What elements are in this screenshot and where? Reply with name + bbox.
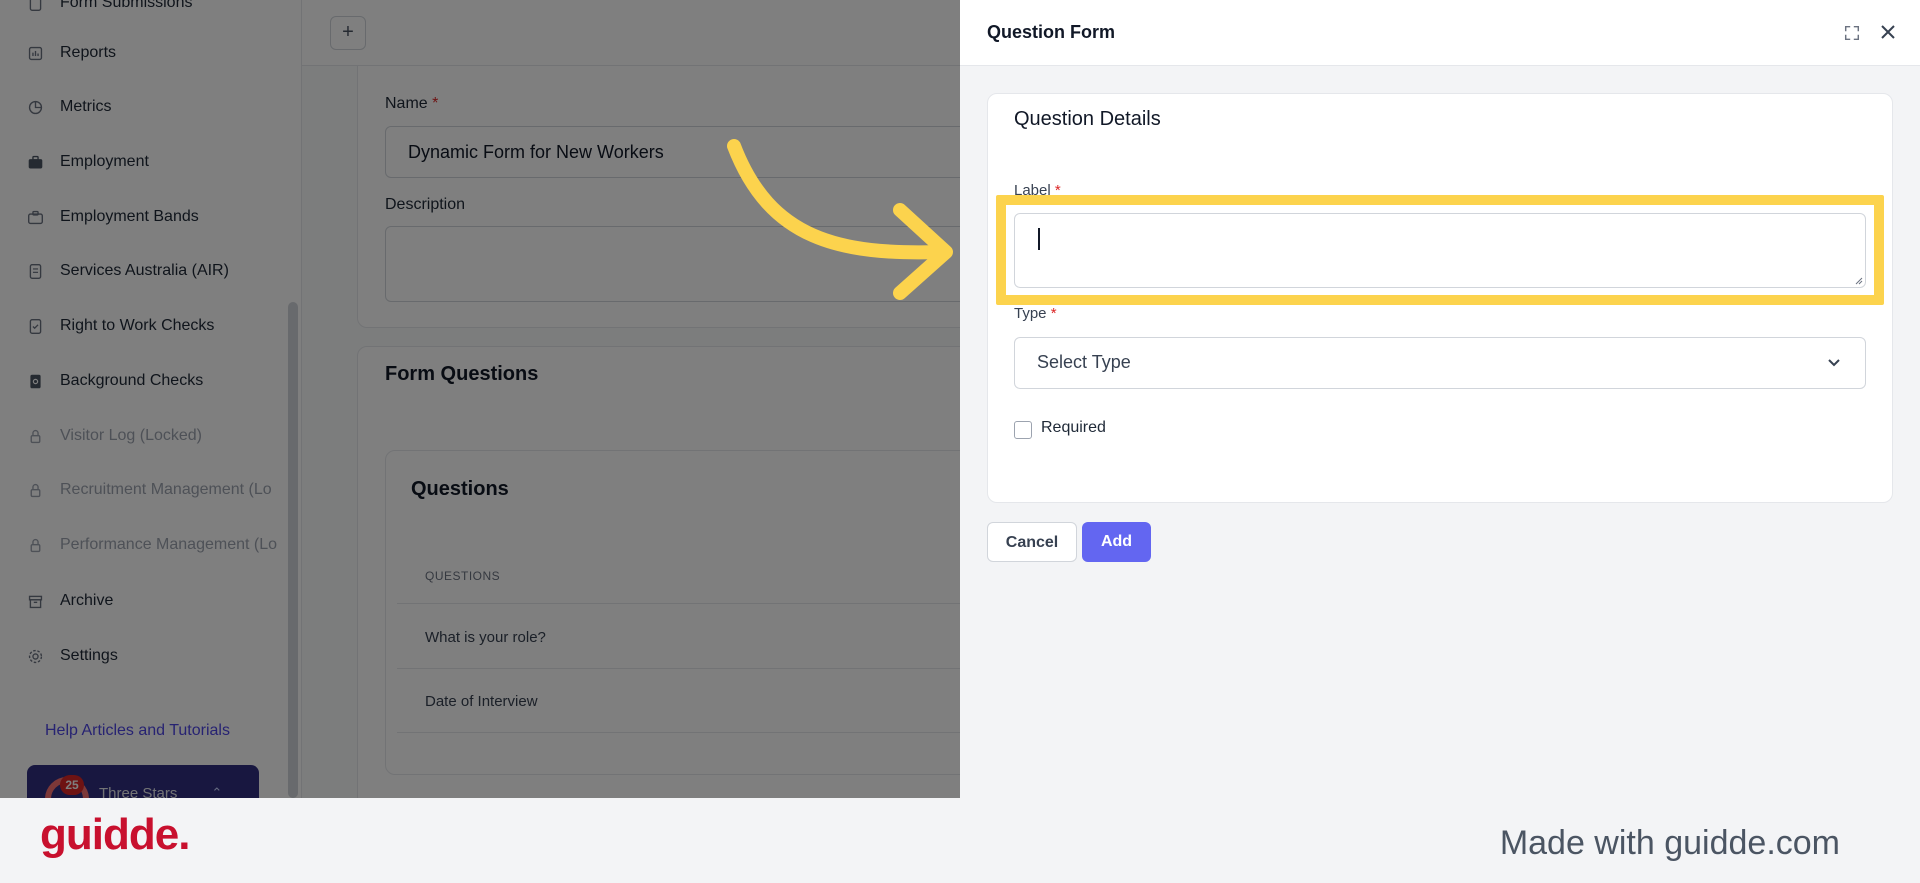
type-select-value: Select Type [1037, 352, 1131, 372]
close-icon[interactable] [1878, 22, 1898, 42]
modal-title: Question Form [987, 22, 1116, 42]
modal-header: Question Form [960, 0, 1920, 66]
cancel-button[interactable]: Cancel [987, 522, 1077, 562]
required-checkbox[interactable] [1014, 421, 1032, 439]
type-field-label: Type * [1014, 305, 1057, 322]
guidde-logo: guidde. [40, 810, 190, 859]
question-details-title: Question Details [1014, 108, 1161, 130]
type-label-text: Type [1014, 305, 1047, 322]
add-button[interactable]: Add [1082, 522, 1151, 562]
type-select[interactable] [1014, 337, 1866, 389]
required-asterisk: * [1050, 305, 1057, 322]
highlight-frame [996, 195, 1884, 305]
chevron-down-icon [1828, 359, 1840, 367]
made-with-text: Made with guidde.com [1499, 824, 1840, 862]
annotation-arrow-icon [727, 139, 953, 300]
expand-icon[interactable] [1843, 24, 1861, 42]
required-checkbox-label: Required [1041, 419, 1106, 436]
